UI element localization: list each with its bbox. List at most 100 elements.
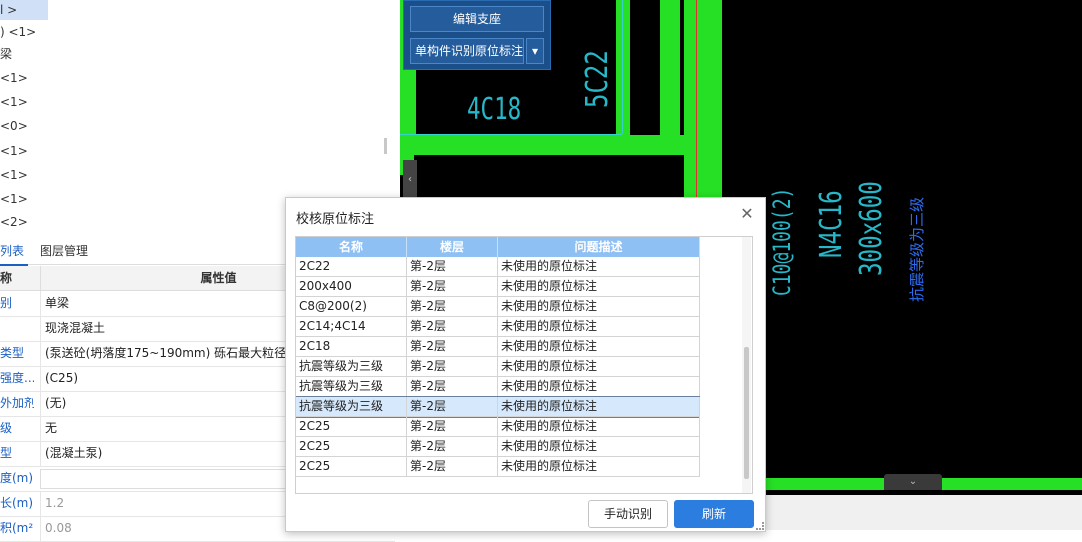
status-bar xyxy=(760,495,1082,530)
column-header-name[interactable]: 名称 xyxy=(296,237,407,257)
cell-floor: 第-2层 xyxy=(407,357,498,377)
cell-floor: 第-2层 xyxy=(407,377,498,397)
cell-name: 2C22 xyxy=(296,257,407,277)
cad-label: 5C22 xyxy=(580,50,615,108)
cell-name: C8@200(2) xyxy=(296,297,407,317)
cad-label: 4C18 xyxy=(467,92,522,127)
tree-item[interactable]: <1> xyxy=(0,92,28,112)
cell-floor: 第-2层 xyxy=(407,317,498,337)
tree-item-label: <1> xyxy=(0,168,28,182)
beam-shape xyxy=(400,135,695,155)
table-row[interactable]: 2C22 第-2层 未使用的原位标注 xyxy=(296,257,700,277)
tree-item-label: <0> xyxy=(0,119,28,133)
expand-handle-icon[interactable]: ⌄ xyxy=(884,474,942,490)
tab-layer-management[interactable]: 图层管理 xyxy=(40,238,100,264)
manual-identify-button[interactable]: 手动识别 xyxy=(588,500,668,528)
cell-name: 抗震等级为三级 xyxy=(296,357,407,377)
cell-desc: 未使用的原位标注 xyxy=(498,437,700,457)
table-row[interactable]: 抗震等级为三级 第-2层 未使用的原位标注 xyxy=(296,377,700,397)
cell-name: 200x400 xyxy=(296,277,407,297)
cell-floor: 第-2层 xyxy=(407,337,498,357)
cell-desc: 未使用的原位标注 xyxy=(498,357,700,377)
cell-floor: 第-2层 xyxy=(407,277,498,297)
cell-floor: 第-2层 xyxy=(407,417,498,437)
cell-desc: 未使用的原位标注 xyxy=(498,277,700,297)
dropdown-arrow-icon[interactable]: ▾ xyxy=(526,38,544,64)
table-scrollbar[interactable] xyxy=(742,237,751,493)
cell-name: 2C25 xyxy=(296,457,407,477)
table-row[interactable]: 2C18 第-2层 未使用的原位标注 xyxy=(296,337,700,357)
tree-item[interactable]: <1> xyxy=(0,141,28,161)
table-row[interactable]: 抗震等级为三级 第-2层 未使用的原位标注 xyxy=(296,357,700,377)
tree-scrollbar[interactable] xyxy=(384,138,387,154)
scrollbar-thumb[interactable] xyxy=(744,347,749,479)
property-name: 长(m) xyxy=(0,496,34,510)
cell-desc: 未使用的原位标注 xyxy=(498,377,700,397)
table-row[interactable]: 2C25 第-2层 未使用的原位标注 xyxy=(296,457,700,477)
cad-label: C10@100(2) xyxy=(768,187,796,296)
cell-floor: 第-2层 xyxy=(407,437,498,457)
cad-label: N4C16 xyxy=(814,190,849,258)
table-row[interactable]: 2C25 第-2层 未使用的原位标注 xyxy=(296,437,700,457)
cell-floor: 第-2层 xyxy=(407,257,498,277)
property-name: 别 xyxy=(0,296,13,310)
cell-name: 2C25 xyxy=(296,417,407,437)
property-name: 积(m²) xyxy=(0,521,34,535)
cell-desc: 未使用的原位标注 xyxy=(498,257,700,277)
annotation-table: 名称 楼层 问题描述 2C22 第-2层 未使用的原位标注 200x400 第-2层 未使… xyxy=(295,236,753,494)
tree-item-label: 梁 xyxy=(0,47,13,61)
property-name: 类型 xyxy=(0,346,25,360)
tree-item-label: <1> xyxy=(0,95,28,109)
dialog-title: 校核原位标注 xyxy=(296,212,375,227)
cad-label: 抗震等级为三级 xyxy=(908,196,926,302)
cell-floor: 第-2层 xyxy=(407,397,498,417)
check-annotation-dialog: 校核原位标注 ✕ 名称 楼层 问题描述 2C22 第-2层 未使用的原位标注 200x… xyxy=(285,197,766,532)
close-icon[interactable]: ✕ xyxy=(739,206,755,222)
tree-item[interactable]: l > xyxy=(0,0,48,20)
tree-item[interactable]: <0> xyxy=(0,116,28,136)
beam-edge xyxy=(622,0,623,134)
property-name xyxy=(0,316,34,341)
table-row[interactable]: 200x400 第-2层 未使用的原位标注 xyxy=(296,277,700,297)
collapse-arrow-icon[interactable]: ‹ xyxy=(403,160,417,200)
tree-item-label: l > xyxy=(0,3,18,17)
cell-name: 2C25 xyxy=(296,437,407,457)
beam-shape xyxy=(660,0,680,140)
tree-item-label: <2> xyxy=(0,215,28,229)
table-row[interactable]: C8@200(2) 第-2层 未使用的原位标注 xyxy=(296,297,700,317)
cell-floor: 第-2层 xyxy=(407,457,498,477)
tree-item-label: ) <1> xyxy=(0,25,37,39)
property-name: 级 xyxy=(0,421,13,435)
cell-desc: 未使用的原位标注 xyxy=(498,417,700,437)
tree-item-label: <1> xyxy=(0,192,28,206)
cell-desc: 未使用的原位标注 xyxy=(498,337,700,357)
edit-support-button[interactable]: 编辑支座 xyxy=(410,6,544,32)
tree-item-label: <1> xyxy=(0,144,28,158)
property-name: 型 xyxy=(0,446,13,460)
cad-label: 300x600 xyxy=(854,181,889,276)
table-row[interactable]: 2C14;4C14 第-2层 未使用的原位标注 xyxy=(296,317,700,337)
beam-edge xyxy=(400,134,622,135)
column-header-floor[interactable]: 楼层 xyxy=(407,237,498,257)
tree-item[interactable]: <2> xyxy=(0,212,28,232)
tree-item[interactable]: <1> xyxy=(0,68,28,88)
identify-annotation-button[interactable]: 单构件识别原位标注 xyxy=(410,38,524,64)
cell-desc: 未使用的原位标注 xyxy=(498,457,700,477)
tree-item[interactable]: <1> xyxy=(0,165,28,185)
table-row[interactable]: 抗震等级为三级 第-2层 未使用的原位标注 xyxy=(296,396,700,418)
tab-list[interactable]: 列表 xyxy=(0,238,28,266)
cell-name: 抗震等级为三级 xyxy=(296,397,407,417)
cell-desc: 未使用的原位标注 xyxy=(498,317,700,337)
resize-grip-icon[interactable] xyxy=(756,522,764,530)
grid-header-name: 称 xyxy=(0,266,40,291)
refresh-button[interactable]: 刷新 xyxy=(674,500,754,528)
property-name: 度(m) xyxy=(0,471,34,485)
tree-item[interactable]: 梁 xyxy=(0,44,12,64)
cell-desc: 未使用的原位标注 xyxy=(498,297,700,317)
beam-shape xyxy=(616,0,630,140)
tree-item[interactable]: <1> xyxy=(0,189,28,209)
property-name: 外加剂 xyxy=(0,396,34,410)
column-header-desc[interactable]: 问题描述 xyxy=(498,237,700,257)
tree-item[interactable]: ) <1> xyxy=(0,22,36,42)
table-row[interactable]: 2C25 第-2层 未使用的原位标注 xyxy=(296,417,700,437)
